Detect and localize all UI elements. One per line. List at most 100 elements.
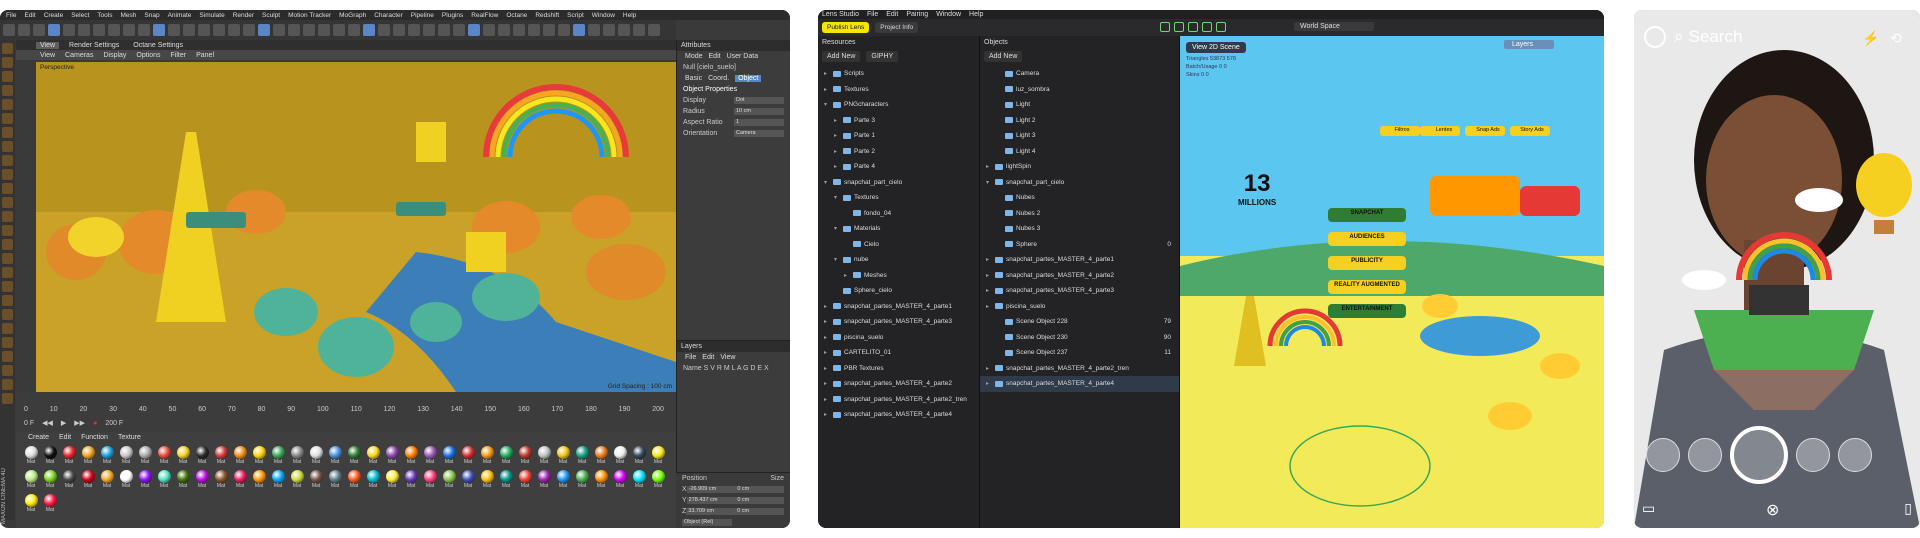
material-swatch[interactable]: Mat xyxy=(442,446,456,466)
toolbar-button-icon[interactable] xyxy=(3,24,15,36)
toolbar-button-icon[interactable] xyxy=(303,24,315,36)
material-swatch[interactable]: Mat xyxy=(328,470,342,490)
toolbar-button-icon[interactable] xyxy=(363,24,375,36)
tree-item[interactable]: ▸ snapchat_partes_MASTER_4_parte2 xyxy=(818,376,979,392)
material-swatch[interactable]: Mat xyxy=(499,470,513,490)
lens-option[interactable] xyxy=(1688,438,1722,472)
lens-option[interactable] xyxy=(1796,438,1830,472)
toolbar-button-icon[interactable] xyxy=(483,24,495,36)
expand-caret-icon[interactable]: ▸ xyxy=(824,380,830,387)
tool-icon[interactable] xyxy=(2,127,13,138)
tool-icon[interactable] xyxy=(2,197,13,208)
toolbar-button-icon[interactable] xyxy=(468,24,480,36)
play-back-icon[interactable]: ◀◀ xyxy=(42,419,53,427)
tool-icon[interactable] xyxy=(2,351,13,362)
menu-item-simulate[interactable]: Simulate xyxy=(199,12,224,19)
menu-item-snap[interactable]: Snap xyxy=(144,12,159,19)
material-swatch[interactable]: Mat xyxy=(81,446,95,466)
material-swatch[interactable]: Mat xyxy=(233,470,247,490)
toolbar-button-icon[interactable] xyxy=(498,24,510,36)
tree-item[interactable]: ▾ PNGcharacters xyxy=(818,97,979,113)
material-swatch[interactable]: Mat xyxy=(366,470,380,490)
material-swatch[interactable]: Mat xyxy=(62,446,76,466)
toolbar-button-icon[interactable] xyxy=(408,24,420,36)
material-swatch[interactable]: Mat xyxy=(62,470,76,490)
expand-caret-icon[interactable]: ▸ xyxy=(834,132,840,139)
tree-item[interactable]: Light 2 xyxy=(980,113,1179,129)
expand-caret-icon[interactable]: ▸ xyxy=(986,365,992,372)
tool-icon[interactable] xyxy=(2,295,13,306)
publish-lens-button[interactable]: Publish Lens xyxy=(822,22,870,33)
tool-icon[interactable] xyxy=(2,211,13,222)
tree-item[interactable]: ▾ Materials xyxy=(818,221,979,237)
flip-camera-icon[interactable]: ⟲ xyxy=(1890,30,1902,47)
tree-item[interactable]: fondo_04 xyxy=(818,206,979,222)
material-swatch[interactable]: Mat xyxy=(233,446,247,466)
tool-icon[interactable] xyxy=(2,323,13,334)
tree-item[interactable]: Scene Object 228 79 xyxy=(980,314,1179,330)
tree-item[interactable]: Sphere 0 xyxy=(980,237,1179,253)
coord-position-field[interactable]: -26.909 cm xyxy=(686,486,736,493)
rect-tool-icon[interactable] xyxy=(1202,22,1212,32)
expand-caret-icon[interactable]: ▸ xyxy=(844,272,850,279)
toolbar-button-icon[interactable] xyxy=(108,24,120,36)
material-swatch[interactable]: Mat xyxy=(309,470,323,490)
toolbar-button-icon[interactable] xyxy=(198,24,210,36)
toolbar-button-icon[interactable] xyxy=(393,24,405,36)
tool-icon[interactable] xyxy=(2,309,13,320)
lens-menu-item[interactable]: Lens Studio xyxy=(822,11,859,18)
tree-item[interactable]: Scene Object 237 11 xyxy=(980,345,1179,361)
expand-caret-icon[interactable]: ▸ xyxy=(824,396,830,403)
tool-icon[interactable] xyxy=(2,379,13,390)
property-value[interactable]: 1 xyxy=(734,119,784,126)
tool-icon[interactable] xyxy=(2,169,13,180)
material-swatch[interactable]: Mat xyxy=(195,446,209,466)
expand-caret-icon[interactable]: ▾ xyxy=(834,225,840,232)
expand-caret-icon[interactable]: ▸ xyxy=(834,117,840,124)
layers-menu-item[interactable]: Edit xyxy=(702,354,714,361)
viewport-menu-item[interactable]: View xyxy=(40,52,55,59)
tool-icon[interactable] xyxy=(2,267,13,278)
material-swatch[interactable]: Mat xyxy=(404,446,418,466)
tool-icon[interactable] xyxy=(2,365,13,376)
flash-off-icon[interactable]: ⚡ xyxy=(1862,30,1879,47)
stories-icon[interactable]: ▯ xyxy=(1904,500,1912,517)
coord-size-field[interactable]: 0 cm xyxy=(735,486,784,493)
expand-caret-icon[interactable]: ▸ xyxy=(986,272,992,279)
menu-item-octane[interactable]: Octane xyxy=(506,12,527,19)
expand-caret-icon[interactable]: ▸ xyxy=(824,86,830,93)
tool-icon[interactable] xyxy=(2,113,13,124)
timeline-ruler[interactable]: 0 10 20 30 40 50 60 70 80 90 100 110 120 130 140 150 160… xyxy=(24,406,664,416)
menu-item-tools[interactable]: Tools xyxy=(97,12,112,19)
material-swatch[interactable]: Mat xyxy=(347,470,361,490)
material-swatch[interactable]: Mat xyxy=(613,470,627,490)
menu-item-file[interactable]: File xyxy=(6,12,16,19)
material-swatch[interactable]: Mat xyxy=(119,470,133,490)
material-swatch[interactable]: Mat xyxy=(537,446,551,466)
tree-item[interactable]: ▸ snapchat_partes_MASTER_4_parte4 xyxy=(980,376,1179,392)
material-swatch[interactable]: Mat xyxy=(632,470,646,490)
tree-item[interactable]: ▸ snapchat_partes_MASTER_4_parte2 xyxy=(980,268,1179,284)
toolbar-button-icon[interactable] xyxy=(603,24,615,36)
expand-caret-icon[interactable]: ▸ xyxy=(986,256,992,263)
expand-caret-icon[interactable]: ▸ xyxy=(824,318,830,325)
c4d-timeline[interactable]: 0 10 20 30 40 50 60 70 80 90 100 110 120 130 140 150 160… xyxy=(16,392,676,432)
menu-item-animate[interactable]: Animate xyxy=(168,12,192,19)
material-swatch[interactable]: Mat xyxy=(594,470,608,490)
tree-item[interactable]: ▸ snapchat_partes_MASTER_4_parte2_tren xyxy=(818,392,979,408)
lens-menu-item[interactable]: Edit xyxy=(886,11,898,18)
tree-item[interactable]: ▾ Textures xyxy=(818,190,979,206)
toolbar-button-icon[interactable] xyxy=(93,24,105,36)
material-swatch[interactable]: Mat xyxy=(157,470,171,490)
shutter-button[interactable] xyxy=(1730,426,1788,484)
tree-item[interactable]: Scene Object 230 90 xyxy=(980,330,1179,346)
play-forward-icon[interactable]: ▶▶ xyxy=(74,419,85,427)
material-swatch[interactable]: Mat xyxy=(632,446,646,466)
tree-item[interactable]: Nubes 2 xyxy=(980,206,1179,222)
material-swatch[interactable]: Mat xyxy=(385,446,399,466)
material-swatch[interactable]: Mat xyxy=(309,446,323,466)
material-swatch[interactable]: Mat xyxy=(214,446,228,466)
tree-item[interactable]: ▸ Parte 1 xyxy=(818,128,979,144)
toolbar-button-icon[interactable] xyxy=(333,24,345,36)
menu-item-sculpt[interactable]: Sculpt xyxy=(262,12,280,19)
